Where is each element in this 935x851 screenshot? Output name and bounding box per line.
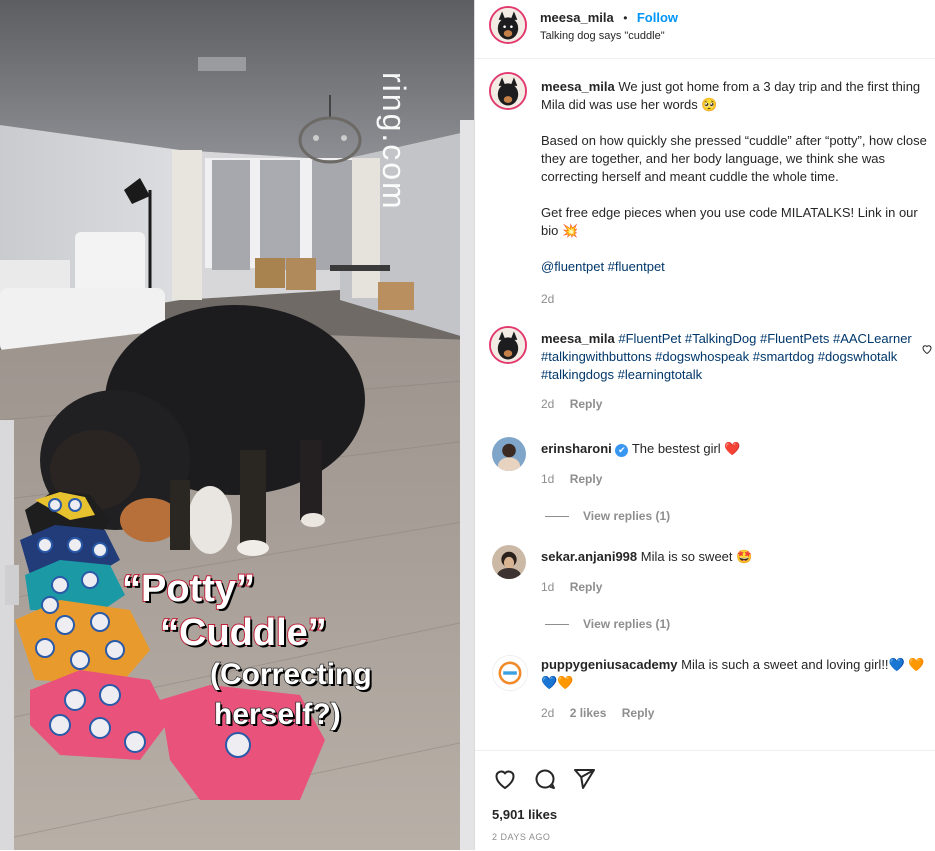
author-username[interactable]: meesa_mila	[540, 10, 614, 25]
post-side-panel: meesa_mila • Follow Talking dog says "cu…	[475, 0, 935, 850]
follow-button[interactable]: Follow	[637, 10, 678, 25]
comment-text: Mila is so sweet 🤩	[640, 549, 753, 564]
caption-time: 2d	[541, 292, 555, 306]
reply-button[interactable]: Reply	[622, 706, 655, 720]
comment-item: erinsharoni ✔ The bestest girl ❤️ 1d Rep…	[541, 440, 921, 486]
action-bar: 5,901 likes 2 DAYS AGO	[475, 750, 935, 851]
comment-avatar[interactable]	[492, 655, 528, 691]
comment-item: meesa_mila #FluentPet #TalkingDog #Fluen…	[541, 330, 933, 411]
like-heart-icon[interactable]	[493, 767, 517, 791]
comment-username[interactable]: erinsharoni	[541, 441, 612, 456]
comment-bubble-icon[interactable]	[533, 767, 557, 791]
post-video[interactable]: ring.com “Potty” “Cuddle” (Correcting he…	[0, 0, 474, 850]
view-replies-label: View replies (1)	[583, 509, 671, 523]
comment-username[interactable]: puppygeniusacademy	[541, 657, 678, 672]
comment-time: 1d	[541, 580, 555, 594]
likes-count[interactable]: 5,901 likes	[492, 807, 557, 822]
share-paper-plane-icon[interactable]	[572, 767, 596, 791]
reply-button[interactable]: Reply	[570, 580, 603, 594]
comment-item: sekar.anjani998 Mila is so sweet 🤩 1d Re…	[541, 548, 921, 594]
verified-badge-icon: ✔	[615, 444, 629, 457]
comment-avatar[interactable]	[492, 437, 526, 471]
comment-username[interactable]: sekar.anjani998	[541, 549, 637, 564]
comment-likes[interactable]: 2 likes	[570, 706, 607, 720]
caption-avatar[interactable]	[489, 72, 527, 110]
author-avatar[interactable]	[489, 6, 527, 44]
post-header: meesa_mila • Follow Talking dog says "cu…	[475, 0, 935, 59]
caption-username[interactable]: meesa_mila	[541, 79, 615, 94]
view-replies-button[interactable]: View replies (1)	[545, 617, 670, 631]
comment-username[interactable]: meesa_mila	[541, 331, 615, 346]
caption-para-2: Based on how quickly she pressed “cuddle…	[541, 133, 927, 184]
comment-text: The bestest girl ❤️	[631, 441, 741, 456]
comment-avatar[interactable]	[492, 545, 526, 579]
video-watermark: ring.com	[376, 72, 412, 211]
comment-time: 2d	[541, 397, 555, 411]
comment-time: 2d	[541, 706, 555, 720]
reply-button[interactable]: Reply	[570, 472, 603, 486]
view-replies-label: View replies (1)	[583, 617, 671, 631]
overlay-text-potty: “Potty”	[121, 567, 256, 611]
comment-item: puppygeniusacademy Mila is such a sweet …	[541, 656, 925, 720]
overlay-text-correcting: (Correcting	[209, 657, 372, 692]
caption-tags[interactable]: @fluentpet #fluentpet	[541, 258, 933, 276]
reply-button[interactable]: Reply	[570, 397, 603, 411]
audio-label[interactable]: Talking dog says "cuddle"	[540, 30, 665, 42]
caption: meesa_mila We just got home from a 3 day…	[541, 78, 933, 306]
overlay-text-cuddle: “Cuddle”	[159, 611, 328, 655]
view-replies-button[interactable]: View replies (1)	[545, 509, 670, 523]
overlay-text-herself: herself?)	[213, 697, 341, 732]
comment-avatar[interactable]	[489, 326, 527, 364]
like-comment-icon[interactable]	[921, 343, 933, 355]
header-separator: •	[623, 11, 628, 25]
caption-para-3: Get free edge pieces when you use code M…	[541, 205, 918, 238]
comment-time: 1d	[541, 472, 555, 486]
post-date: 2 DAYS AGO	[492, 832, 551, 842]
